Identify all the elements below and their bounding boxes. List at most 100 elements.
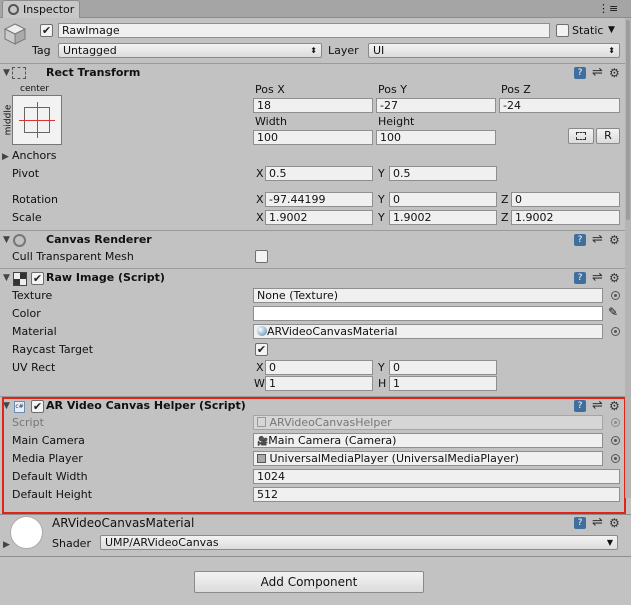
height-label: Height xyxy=(378,115,415,128)
posy-field[interactable]: -27 xyxy=(376,98,496,113)
uv-w-label: W xyxy=(254,377,265,390)
inspector-tab[interactable]: Inspector xyxy=(2,0,80,18)
preset-icon[interactable]: ⇌ xyxy=(592,516,603,529)
rect-transform-header[interactable]: ▼ Rect Transform ? ⇌ ⚙ xyxy=(0,63,631,82)
rotation-label: Rotation xyxy=(12,193,59,206)
tag-label: Tag xyxy=(32,44,51,57)
canvas-renderer-header[interactable]: ▼ Canvas Renderer ? ⇌ ⚙ xyxy=(0,230,631,249)
cull-label: Cull Transparent Mesh xyxy=(12,250,134,263)
rot-z-field[interactable]: 0 xyxy=(511,192,620,207)
material-picker-icon[interactable] xyxy=(611,327,620,336)
layer-value: UI xyxy=(373,44,385,57)
pivot-x-field[interactable]: 0.5 xyxy=(265,166,373,181)
static-label: Static xyxy=(572,24,604,37)
layer-label: Layer xyxy=(328,44,359,57)
help-icon[interactable]: ? xyxy=(574,234,586,246)
layer-dropdown[interactable]: UI ⬍ xyxy=(368,43,620,58)
raw-edit-label: R xyxy=(604,129,612,142)
inspector-tab-bar xyxy=(0,0,631,18)
scale-y-field[interactable]: 1.9002 xyxy=(389,210,497,225)
uv-x-label: X xyxy=(256,361,264,374)
shader-label: Shader xyxy=(52,537,91,550)
anchor-preset-button[interactable] xyxy=(12,95,62,145)
preset-icon[interactable]: ⇌ xyxy=(592,271,603,284)
static-checkbox[interactable] xyxy=(556,24,569,37)
tag-arrow-icon: ⬍ xyxy=(310,46,317,55)
blueprint-mode-button[interactable] xyxy=(568,128,594,144)
raycast-label: Raycast Target xyxy=(12,343,94,356)
scale-y-label: Y xyxy=(378,211,385,224)
uv-y-label: Y xyxy=(378,361,385,374)
uv-x-field[interactable]: 0 xyxy=(265,360,373,375)
blueprint-icon xyxy=(576,132,586,140)
posx-field[interactable]: 18 xyxy=(253,98,373,113)
static-dropdown-icon[interactable]: ▼ xyxy=(608,25,615,35)
inspector-icon xyxy=(8,4,19,15)
height-field[interactable]: 100 xyxy=(376,130,496,145)
posz-field[interactable]: -24 xyxy=(499,98,620,113)
tag-dropdown[interactable]: Untagged ⬍ xyxy=(58,43,322,58)
active-checkbox[interactable]: ✔ xyxy=(40,24,53,37)
texture-field[interactable]: None (Texture) xyxy=(253,288,603,303)
pivot-y-field[interactable]: 0.5 xyxy=(389,166,497,181)
canvas-renderer-foldout-icon[interactable]: ▼ xyxy=(3,235,10,245)
uv-w-field[interactable]: 1 xyxy=(265,376,373,391)
shader-value: UMP/ARVideoCanvas xyxy=(105,536,219,549)
layer-arrow-icon: ⬍ xyxy=(608,46,615,55)
anchors-foldout-icon[interactable]: ▶ xyxy=(2,152,9,162)
raycast-checkbox[interactable]: ✔ xyxy=(255,343,268,356)
scrollbar-thumb[interactable] xyxy=(626,20,630,220)
cull-checkbox[interactable] xyxy=(255,250,268,263)
component-separator xyxy=(0,556,631,557)
pivot-label: Pivot xyxy=(12,167,40,180)
gear-icon[interactable]: ⚙ xyxy=(609,234,620,246)
gear-icon[interactable]: ⚙ xyxy=(609,517,620,529)
pivot-x-label: X xyxy=(256,167,264,180)
add-component-button[interactable]: Add Component xyxy=(194,571,424,593)
rot-y-field[interactable]: 0 xyxy=(389,192,497,207)
tag-value: Untagged xyxy=(63,44,117,57)
panel-menu-icon[interactable]: ⋮≡ xyxy=(598,2,618,15)
raw-image-icon xyxy=(13,272,27,286)
preset-icon[interactable]: ⇌ xyxy=(592,66,603,79)
object-name-field[interactable]: RawImage xyxy=(58,23,550,38)
preset-icon[interactable]: ⇌ xyxy=(592,233,603,246)
highlight-box xyxy=(2,397,626,514)
gear-icon[interactable]: ⚙ xyxy=(609,67,620,79)
rot-x-field[interactable]: -97.44199 xyxy=(265,192,373,207)
canvas-renderer-title: Canvas Renderer xyxy=(46,233,152,246)
material-label: Material xyxy=(12,325,57,338)
shader-dropdown[interactable]: UMP/ARVideoCanvas ▼ xyxy=(100,535,618,550)
uv-h-label: H xyxy=(378,377,387,390)
material-value: ARVideoCanvasMaterial xyxy=(267,325,398,338)
pivot-y-label: Y xyxy=(378,167,385,180)
rect-foldout-icon[interactable]: ▼ xyxy=(3,68,10,78)
help-icon[interactable]: ? xyxy=(574,67,586,79)
shader-arrow-icon: ▼ xyxy=(606,538,613,547)
uv-h-field[interactable]: 1 xyxy=(389,376,497,391)
raw-image-foldout-icon[interactable]: ▼ xyxy=(3,273,10,283)
raw-image-header[interactable]: ▼ ✔ Raw Image (Script) ? ⇌ ⚙ xyxy=(0,268,631,287)
texture-picker-icon[interactable] xyxy=(611,291,620,300)
material-field[interactable]: ARVideoCanvasMaterial xyxy=(253,324,603,339)
canvas-renderer-icon xyxy=(13,234,26,247)
scale-x-field[interactable]: 1.9002 xyxy=(265,210,373,225)
raw-image-title: Raw Image (Script) xyxy=(46,271,165,284)
anchors-label[interactable]: Anchors xyxy=(12,149,57,162)
raw-edit-button[interactable]: R xyxy=(596,128,620,144)
gear-icon[interactable]: ⚙ xyxy=(609,272,620,284)
material-foldout-icon[interactable]: ▶ xyxy=(3,540,10,550)
uv-y-field[interactable]: 0 xyxy=(389,360,497,375)
raw-image-enabled-checkbox[interactable]: ✔ xyxy=(31,272,44,285)
eyedropper-icon[interactable]: ✎ xyxy=(608,305,618,319)
scale-z-field[interactable]: 1.9002 xyxy=(511,210,620,225)
help-icon[interactable]: ? xyxy=(574,517,586,529)
help-icon[interactable]: ? xyxy=(574,272,586,284)
width-field[interactable]: 100 xyxy=(253,130,373,145)
anchor-preset-vline xyxy=(37,102,38,138)
posx-label: Pos X xyxy=(255,83,285,96)
color-field[interactable] xyxy=(253,306,603,321)
rect-transform-icon xyxy=(12,67,26,79)
rect-transform-title: Rect Transform xyxy=(46,66,141,79)
scale-z-label: Z xyxy=(501,211,509,224)
